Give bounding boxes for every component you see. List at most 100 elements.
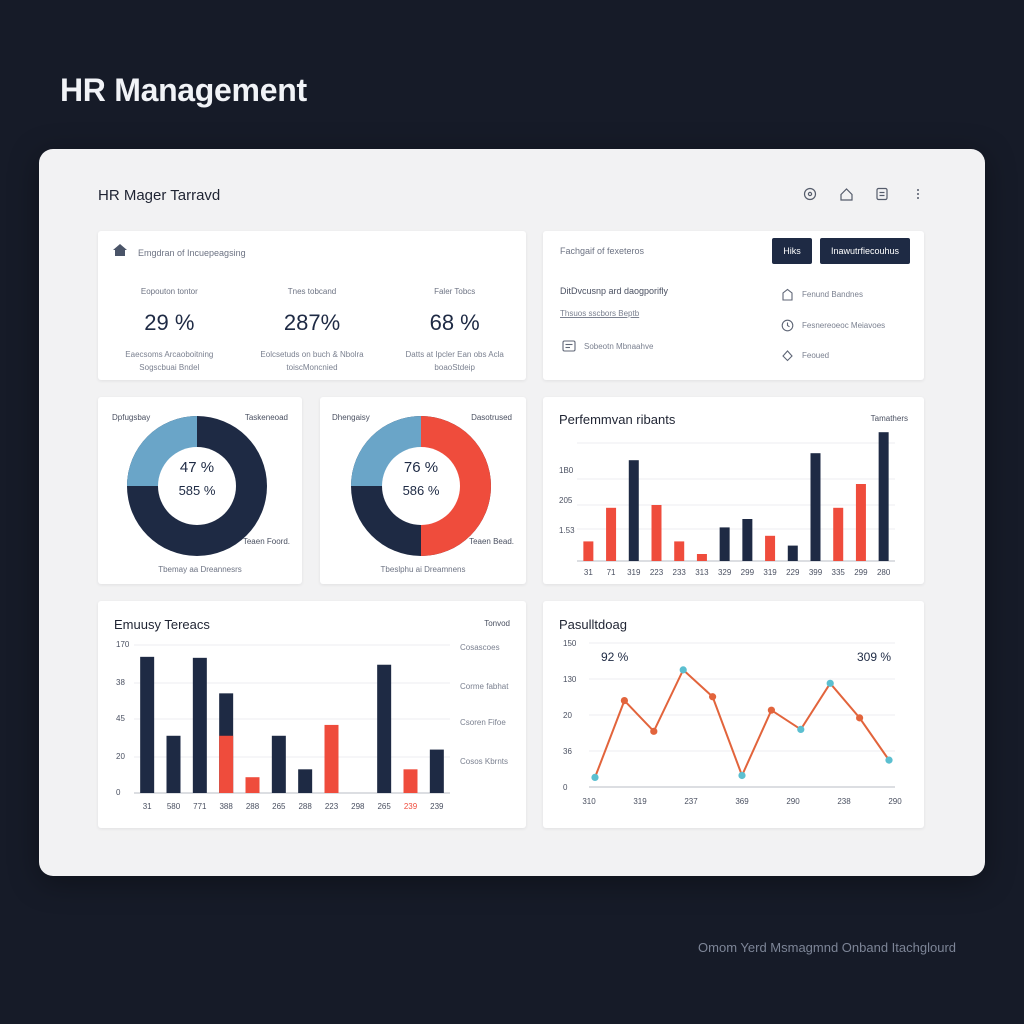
x-tick-label: 280 <box>877 568 891 577</box>
line-chart-card: Pasulltdoag 150 130 20 36 0 310 319 237 369 290 23… <box>543 601 924 828</box>
kpi-item: Tnes tobcand 287% Eolcsetuds on buch & N… <box>241 287 384 374</box>
x-tick-label: 299 <box>854 568 868 577</box>
bar <box>429 749 444 793</box>
kpi-label: Faler Tobcs <box>434 287 476 296</box>
info-right-item[interactable]: Fesnereoeoc Meiavoes <box>780 318 885 332</box>
x-tick-label: 290 <box>888 797 902 806</box>
x-tick-label: 319 <box>627 568 641 577</box>
x-tick-label: 31 <box>584 568 593 577</box>
x-tick-label: 71 <box>607 568 616 577</box>
bar <box>271 735 286 793</box>
hiks-button[interactable]: Hiks <box>772 238 812 264</box>
info-right-label: Fenund Bandnes <box>802 289 863 299</box>
x-tick-label: 329 <box>718 568 732 577</box>
x-tick-label: 233 <box>673 568 687 577</box>
bar <box>192 657 207 793</box>
donut-value-2: 585 % <box>178 483 216 498</box>
line-series <box>594 668 890 779</box>
employee-bar-chart: 170 38 45 20 0 31 580 771 388 288 265 288 223 298 265 2… <box>116 640 450 811</box>
bar <box>696 554 707 561</box>
x-tick-label: 319 <box>763 568 777 577</box>
donut-value-1: 47 % <box>179 459 215 476</box>
info-subtitle: DitDvcusnp ard daogporifly <box>560 286 669 296</box>
bar <box>324 724 339 793</box>
kpi-label: Eopouton tontor <box>140 287 198 296</box>
donut-caption: Tbemay aa Dreannesrs <box>158 565 242 574</box>
donut-caption: Tbeslphu ai Dreamnens <box>380 565 466 574</box>
donut-card-1: Dpfugsbay Taskeneoad 47 % 585 % Teaen Fo… <box>98 397 302 584</box>
bar <box>298 769 313 793</box>
bar <box>583 541 594 561</box>
line-point <box>797 725 805 733</box>
kpi-value: 68 % <box>429 310 480 335</box>
y-tick-label: 20 <box>563 711 572 720</box>
kpi-header: Emgdran of Incuepeagsing <box>112 243 246 262</box>
performance-bar-chart: 1B0 205 1.53 31 71 319 223 233 313 329 299 319 229 39… <box>559 432 895 577</box>
x-tick-label: 223 <box>650 568 664 577</box>
info-header: Fachgaif of fexeteros <box>560 246 645 256</box>
window-toolbar <box>801 185 927 203</box>
x-tick-label: 238 <box>837 797 851 806</box>
performance-chart-card: Perfemmvan ribants Tamathers 1B0 205 1.53 3… <box>543 397 924 584</box>
bar <box>765 535 776 561</box>
kpi-desc: Datts at Ipcler Ean obs Acla boaoStdeip <box>405 350 504 372</box>
donut-card-2: Dhengaisy Dasotrused 76 % 586 % Teaen Be… <box>320 397 526 584</box>
line-point <box>856 714 864 722</box>
info-subtitle-link[interactable]: Thsuos sscbors Beptb <box>560 309 639 318</box>
donut-label-bottom-right: Teaen Bead. <box>469 537 514 546</box>
info-right-item[interactable]: Feoued <box>780 348 829 362</box>
y-tick-label: 1.53 <box>559 526 575 535</box>
donut-value-1: 76 % <box>403 459 439 476</box>
donut-value-2: 586 % <box>402 483 440 498</box>
bar <box>855 484 866 561</box>
dashboard-window: HR Mager Tarravd Emgdran of Incuepeagsin… <box>39 149 985 876</box>
x-tick-label: 580 <box>167 802 181 811</box>
x-tick-label: 265 <box>377 802 391 811</box>
annotation: 309 % <box>857 650 891 664</box>
line-point <box>826 679 834 687</box>
info-right-label: Fesnereoeoc Meiavoes <box>802 320 886 330</box>
y-tick-label: 36 <box>563 747 572 756</box>
location-icon <box>780 348 794 362</box>
kpi-card: Emgdran of Incuepeagsing Eopouton tontor… <box>98 231 526 380</box>
document-icon[interactable] <box>873 185 891 203</box>
x-tick-label: 265 <box>272 802 286 811</box>
line-point <box>885 756 893 764</box>
y-tick-label: 1B0 <box>559 466 574 475</box>
annotation: 92 % <box>601 650 629 664</box>
x-tick-label: 310 <box>582 797 596 806</box>
y-tick-label: 150 <box>563 639 577 648</box>
line-chart: 150 130 20 36 0 310 319 237 369 290 238 290 92 % 309 … <box>563 639 902 806</box>
line-point <box>709 693 717 701</box>
x-tick-label: 771 <box>193 802 207 811</box>
more-icon[interactable] <box>909 185 927 203</box>
bar <box>403 769 418 793</box>
line-point <box>679 666 687 674</box>
bar <box>787 545 798 561</box>
y-tick-label: 0 <box>563 783 568 792</box>
x-tick-label: 290 <box>786 797 800 806</box>
y-tick-label: 130 <box>563 675 577 684</box>
info-left-item[interactable]: Sobeotn Mbnaahve <box>562 339 653 353</box>
bar <box>377 664 392 793</box>
bar <box>674 541 685 561</box>
settings-icon[interactable] <box>801 185 819 203</box>
bar <box>219 735 234 793</box>
line-point <box>650 727 658 735</box>
user-icon <box>780 287 794 301</box>
bar <box>166 735 181 793</box>
secondary-button[interactable]: Inawutrfiecouhus <box>820 238 910 264</box>
kpi-value: 287% <box>283 310 341 335</box>
bar <box>140 656 155 793</box>
bar <box>833 507 844 561</box>
home-icon[interactable] <box>837 185 855 203</box>
info-right-item[interactable]: Fenund Bandnes <box>780 287 863 301</box>
list-icon <box>562 339 576 353</box>
x-tick-label: 319 <box>633 797 647 806</box>
donut-label-bottom-right: Teaen Foord. <box>242 537 290 546</box>
kpi-item: Eopouton tontor 29 % Eaecsoms Arcaoboitn… <box>98 287 241 374</box>
line-point <box>738 771 746 780</box>
kpi-header-label: Emgdran of Incuepeagsing <box>138 247 246 258</box>
x-tick-label: 299 <box>741 568 755 577</box>
x-tick-label: 31 <box>143 802 152 811</box>
